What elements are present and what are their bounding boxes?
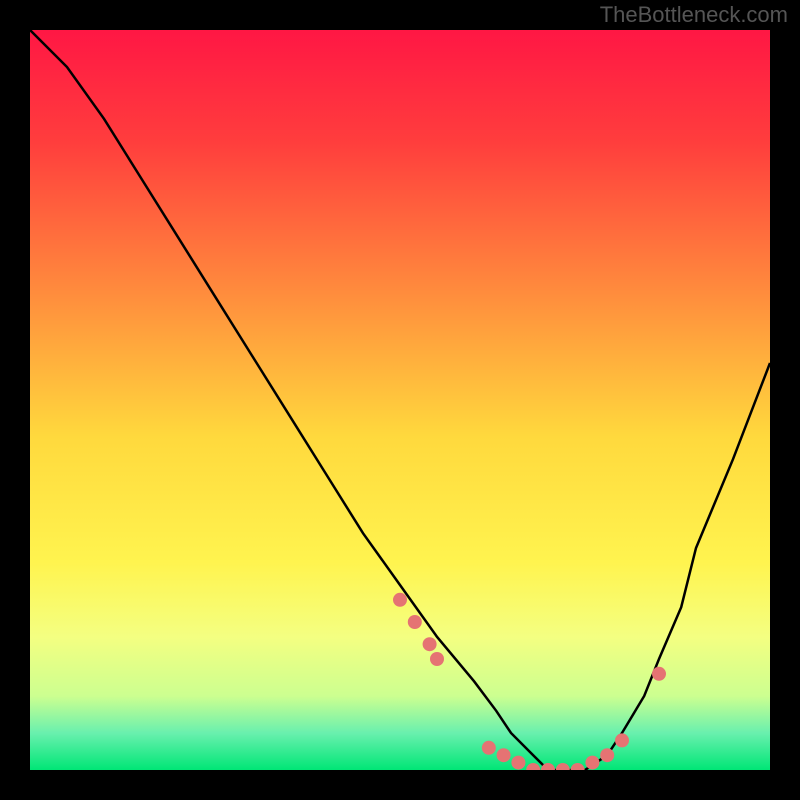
bottleneck-curve-line (30, 30, 770, 770)
data-marker (393, 593, 407, 607)
data-marker (497, 748, 511, 762)
data-marker (408, 615, 422, 629)
data-marker (511, 756, 525, 770)
chart-container (30, 30, 770, 770)
data-marker (482, 741, 496, 755)
data-marker (526, 763, 540, 770)
data-marker (556, 763, 570, 770)
curve-overlay (30, 30, 770, 770)
data-marker (600, 748, 614, 762)
watermark-text: TheBottleneck.com (600, 2, 788, 28)
data-marker (430, 652, 444, 666)
data-marker (615, 733, 629, 747)
data-marker (571, 763, 585, 770)
data-marker (423, 637, 437, 651)
data-markers (393, 593, 666, 770)
data-marker (652, 667, 666, 681)
data-marker (585, 756, 599, 770)
